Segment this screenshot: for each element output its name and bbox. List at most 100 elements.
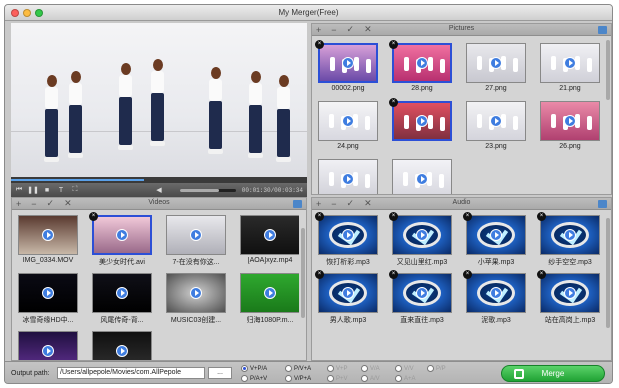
- picture-item[interactable]: 24.png: [318, 101, 378, 150]
- radio-icon[interactable]: [285, 375, 292, 382]
- merge-mode-option[interactable]: V+P/A: [241, 365, 267, 372]
- play-icon[interactable]: [416, 115, 428, 127]
- settings-icon[interactable]: [293, 200, 302, 208]
- video-item[interactable]: × 美少女时代.avi: [89, 212, 152, 267]
- check-icon[interactable]: ✓: [347, 24, 355, 35]
- clear-icon[interactable]: ✕: [364, 24, 372, 35]
- settings-icon[interactable]: [598, 26, 607, 34]
- output-path-field[interactable]: /Users/allpepole/Movies/com.AllPepole: [57, 367, 205, 379]
- remove-item-icon[interactable]: ×: [389, 270, 398, 279]
- play-icon[interactable]: [490, 115, 502, 127]
- video-item[interactable]: 归海1080P.m...: [240, 273, 299, 325]
- volume-slider[interactable]: [179, 188, 236, 192]
- remove-item-icon[interactable]: ×: [315, 212, 324, 221]
- clear-icon[interactable]: ✕: [364, 198, 372, 209]
- play-icon[interactable]: [342, 229, 354, 241]
- radio-icon[interactable]: [285, 365, 292, 372]
- remove-item-icon[interactable]: ×: [537, 212, 546, 221]
- picture-item[interactable]: × 00002.png: [315, 40, 378, 92]
- play-icon[interactable]: [416, 57, 428, 69]
- play-icon[interactable]: [342, 287, 354, 299]
- play-icon[interactable]: [416, 173, 428, 185]
- audio-item[interactable]: × 小苹果.mp3: [463, 212, 526, 267]
- add-icon[interactable]: +: [316, 25, 321, 35]
- remove-item-icon[interactable]: ×: [389, 98, 398, 107]
- play-icon[interactable]: [490, 57, 502, 69]
- fullscreen-icon[interactable]: ⛶: [71, 186, 79, 194]
- settings-icon[interactable]: [598, 200, 607, 208]
- add-icon[interactable]: +: [16, 199, 21, 209]
- play-icon[interactable]: [564, 57, 576, 69]
- play-icon[interactable]: [490, 287, 502, 299]
- merge-button[interactable]: Merge: [501, 365, 605, 382]
- play-icon[interactable]: [342, 173, 354, 185]
- browse-button[interactable]: ...: [208, 367, 232, 379]
- play-icon[interactable]: [264, 287, 276, 299]
- video-item[interactable]: 冰雪奇缘HD中...: [18, 273, 78, 325]
- merge-mode-option[interactable]: P/A+V: [241, 375, 267, 382]
- picture-item[interactable]: [318, 159, 378, 194]
- play-icon[interactable]: [564, 115, 576, 127]
- remove-item-icon[interactable]: ×: [89, 212, 98, 221]
- text-icon[interactable]: T: [57, 186, 65, 194]
- video-item[interactable]: [AOA]xyz.mp4: [240, 215, 299, 264]
- play-icon[interactable]: [416, 287, 428, 299]
- audio-item[interactable]: × 恢打析彩.mp3: [315, 212, 378, 267]
- remove-item-icon[interactable]: ×: [389, 40, 398, 49]
- audio-item[interactable]: × 泥歌.mp3: [463, 270, 526, 325]
- play-icon[interactable]: [564, 287, 576, 299]
- video-item[interactable]: [18, 331, 78, 360]
- remove-item-icon[interactable]: ×: [315, 270, 324, 279]
- play-icon[interactable]: [342, 115, 354, 127]
- play-icon[interactable]: [42, 229, 54, 241]
- pictures-scrollbar[interactable]: [606, 40, 610, 100]
- play-icon[interactable]: [116, 287, 128, 299]
- play-icon[interactable]: [416, 229, 428, 241]
- play-icon[interactable]: [190, 287, 202, 299]
- audio-item[interactable]: × 站在高岗上.mp3: [537, 270, 600, 325]
- video-item[interactable]: IMG_0334.MOV: [18, 215, 78, 264]
- check-icon[interactable]: ✓: [47, 198, 55, 209]
- play-icon[interactable]: [490, 229, 502, 241]
- videos-scrollbar[interactable]: [301, 228, 305, 318]
- add-icon[interactable]: +: [316, 199, 321, 209]
- remove-item-icon[interactable]: ×: [389, 212, 398, 221]
- play-icon[interactable]: [342, 57, 354, 69]
- audio-scrollbar[interactable]: [606, 218, 610, 328]
- picture-item[interactable]: [392, 159, 452, 194]
- audio-item[interactable]: × 男人歌.mp3: [315, 270, 378, 325]
- audio-item[interactable]: × 直来直往.mp3: [389, 270, 452, 325]
- picture-item[interactable]: 21.png: [540, 43, 600, 92]
- remove-icon[interactable]: −: [331, 199, 336, 209]
- pause-icon[interactable]: ❚❚: [27, 186, 39, 194]
- video-item[interactable]: 7-在没有你这...: [166, 215, 226, 267]
- picture-item[interactable]: 26.png: [540, 101, 600, 150]
- play-icon[interactable]: [190, 229, 202, 241]
- audio-item[interactable]: × 又见山里红.mp3: [389, 212, 452, 267]
- remove-item-icon[interactable]: ×: [537, 270, 546, 279]
- audio-item[interactable]: × 纱手空空.mp3: [537, 212, 600, 267]
- remove-item-icon[interactable]: ×: [315, 40, 324, 49]
- play-icon[interactable]: [116, 229, 128, 241]
- merge-mode-option[interactable]: P/V+A: [285, 365, 311, 372]
- remove-icon[interactable]: −: [331, 25, 336, 35]
- check-icon[interactable]: ✓: [347, 198, 355, 209]
- play-icon[interactable]: [116, 345, 128, 357]
- clear-icon[interactable]: ✕: [64, 198, 72, 209]
- picture-item[interactable]: ×: [389, 98, 452, 143]
- picture-item[interactable]: × 28.png: [389, 40, 452, 92]
- radio-icon[interactable]: [241, 365, 248, 372]
- volume-icon[interactable]: ◀: [155, 186, 163, 194]
- remove-item-icon[interactable]: ×: [463, 270, 472, 279]
- radio-icon[interactable]: [241, 375, 248, 382]
- video-item[interactable]: 风尾传奇-背...: [92, 273, 152, 325]
- video-preview[interactable]: [11, 23, 307, 177]
- remove-item-icon[interactable]: ×: [463, 212, 472, 221]
- stop-icon[interactable]: ■: [43, 186, 51, 194]
- picture-item[interactable]: 23.png: [466, 101, 526, 150]
- remove-icon[interactable]: −: [31, 199, 36, 209]
- video-item[interactable]: MUSIC03创建...: [166, 273, 226, 325]
- play-icon[interactable]: [42, 287, 54, 299]
- merge-mode-option[interactable]: V/P+A: [285, 375, 311, 382]
- play-icon[interactable]: [564, 229, 576, 241]
